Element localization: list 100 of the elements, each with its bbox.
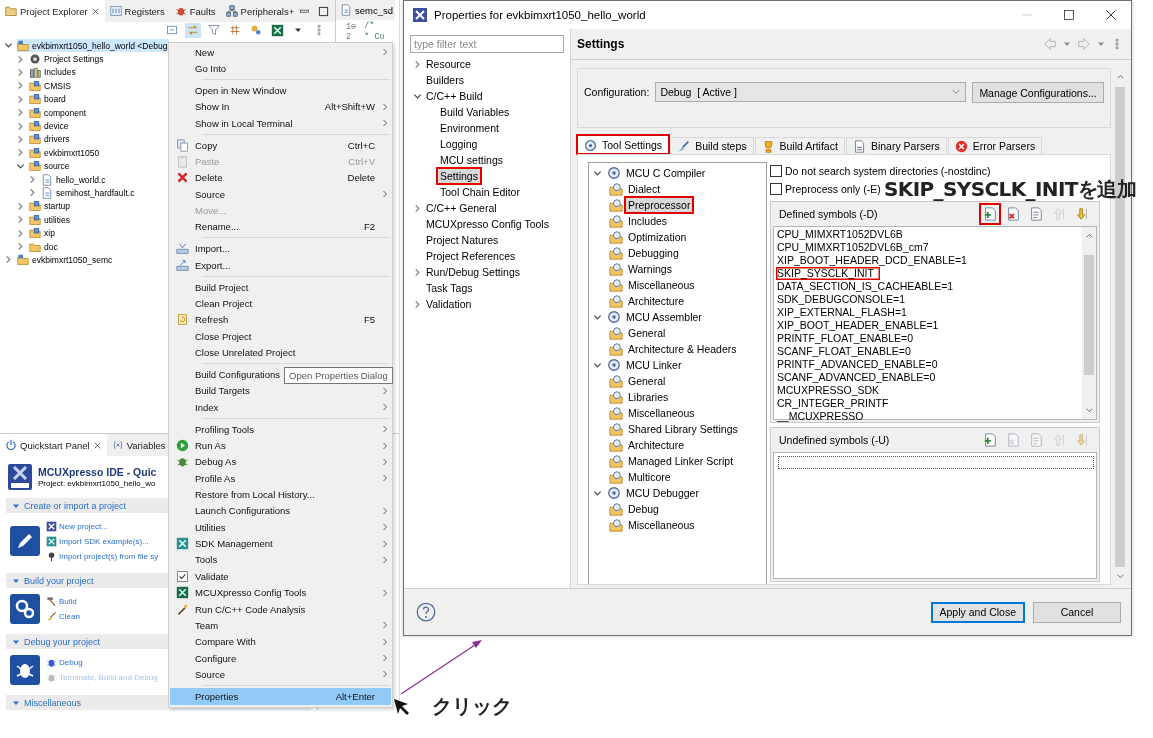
checkbox-option[interactable]: Do not search system directories (-nostdinc) <box>770 162 991 180</box>
chevron-right-icon[interactable] <box>16 54 25 64</box>
chevron-right-icon[interactable] <box>16 81 25 91</box>
tree-item[interactable]: General <box>626 326 668 340</box>
menu-item[interactable]: Close Project <box>170 328 391 345</box>
symbol-item[interactable]: CPU_MIMXRT1052DVL6B <box>776 228 909 241</box>
chevron-right-icon[interactable] <box>16 121 25 131</box>
chevron-right-icon[interactable] <box>413 59 422 69</box>
view-tab[interactable]: Registers <box>104 0 170 22</box>
chevron-right-icon[interactable] <box>28 175 37 185</box>
chevron-down-icon[interactable] <box>4 41 13 51</box>
tree-item[interactable]: board <box>29 92 68 106</box>
tree-item[interactable]: General <box>626 374 668 388</box>
tree-item[interactable]: Miscellaneous <box>626 518 697 532</box>
tree-item[interactable]: Includes <box>29 65 78 79</box>
view-tab[interactable]: Project Explorer <box>0 0 105 22</box>
action-link[interactable]: Import project(s) from file sy <box>46 549 159 563</box>
tree-item[interactable]: Preprocessor <box>626 198 693 212</box>
menu-item[interactable]: Refresh F5 <box>170 311 391 329</box>
nav-item[interactable]: Build Variables <box>438 105 512 119</box>
symbol-item[interactable]: SCANF_FLOAT_ENABLE=0 <box>776 345 917 358</box>
tree-item[interactable]: MCU Linker <box>624 358 684 372</box>
apply-button[interactable]: Apply and Close <box>930 601 1025 623</box>
tree-item[interactable]: Miscellaneous <box>626 406 697 420</box>
tree-item[interactable]: startup <box>29 199 72 213</box>
menu-item[interactable]: Build Project <box>170 279 391 296</box>
tab[interactable]: Tool Settings <box>577 135 670 154</box>
tree-item[interactable]: Libraries <box>626 390 671 404</box>
tree-item[interactable]: Architecture <box>626 438 687 452</box>
nav-item[interactable]: Builders <box>424 73 466 87</box>
chevron-right-icon[interactable] <box>16 94 25 104</box>
checkbox[interactable] <box>770 183 782 195</box>
menu-item[interactable]: Export... <box>170 257 391 274</box>
symbol-list[interactable] <box>773 452 1097 579</box>
chevron-right-icon[interactable] <box>16 67 25 77</box>
chevron-right-icon[interactable] <box>16 228 25 238</box>
symbol-item[interactable]: XIP_BOOT_HEADER_DCD_ENABLE=1 <box>776 254 973 267</box>
nav-item[interactable]: Tool Chain Editor <box>438 185 522 199</box>
menu-item[interactable]: Rename... F2 <box>170 218 391 236</box>
symbol-item[interactable]: SKIP_SYSCLK_INIT <box>776 267 880 280</box>
tree-item[interactable]: Dialect <box>626 182 663 196</box>
menu-item[interactable]: Utilities <box>170 519 391 536</box>
menu-item[interactable]: Index <box>170 399 391 416</box>
tab[interactable]: Error Parsers <box>947 137 1043 154</box>
chevron-right-icon[interactable] <box>16 134 25 144</box>
tree-item[interactable]: device <box>29 119 71 133</box>
tree-item[interactable]: evkbimxrt1050_hello_world <Debug <box>17 39 170 53</box>
action-link[interactable]: Clean <box>46 609 80 624</box>
menu-item[interactable]: SDK Management <box>170 535 391 552</box>
chevron-right-icon[interactable] <box>413 299 422 309</box>
symbol-item[interactable]: CPU_MIMXRT1052DVL6B_cm7 <box>776 241 935 254</box>
chevron-right-icon[interactable] <box>16 201 25 211</box>
add-button[interactable] <box>981 205 999 223</box>
tree-item[interactable]: evkbimxrt1050 <box>29 146 102 160</box>
filter-field[interactable]: type filter text <box>410 35 564 53</box>
checkbox-option[interactable]: Preprocess only (-E) <box>770 180 881 198</box>
nav-item[interactable]: MCU settings <box>438 153 505 167</box>
chevron-right-icon[interactable] <box>4 255 13 265</box>
link-button[interactable] <box>185 22 201 38</box>
symbol-item[interactable]: SCANF_ADVANCED_ENABLE=0 <box>776 371 942 384</box>
nav-item[interactable]: Validation <box>424 297 474 311</box>
menu-item[interactable]: Open in New Window <box>170 82 391 99</box>
symbol-item[interactable]: CR_INTEGER_PRINTF <box>776 397 895 410</box>
chevron-right-icon[interactable] <box>413 203 422 213</box>
nav-item[interactable]: MCUXpresso Config Tools <box>424 217 551 231</box>
view-tab[interactable]: Peripherals+ <box>220 0 300 22</box>
menu-item[interactable]: Properties Alt+Enter <box>170 688 391 705</box>
nav-item[interactable]: Resource <box>424 57 473 71</box>
chevron-right-icon[interactable] <box>16 108 25 118</box>
tree-item[interactable]: hello_world.c <box>41 173 108 187</box>
menu-item[interactable]: Profile As <box>170 470 391 487</box>
nav-item[interactable]: Run/Debug Settings <box>424 265 522 279</box>
chevron-right-icon[interactable] <box>16 148 25 158</box>
view-tab[interactable]: Faults <box>169 0 221 22</box>
tree-item[interactable]: evkbimxrt1050_semc <box>17 253 115 267</box>
tab[interactable]: Build Artifact <box>754 137 845 154</box>
tree-item[interactable]: Debug <box>626 502 661 516</box>
tree-item[interactable]: Miscellaneous <box>626 278 697 292</box>
tree-item[interactable]: Project Settings <box>29 52 106 66</box>
tree-item[interactable]: doc <box>29 240 60 254</box>
menu-item[interactable]: Show in Local Terminal <box>170 115 391 132</box>
tree-item[interactable]: MCU C Compiler <box>624 166 708 180</box>
config-tools-button[interactable] <box>269 22 285 38</box>
chevron-right-icon[interactable] <box>28 188 37 198</box>
scrollbar[interactable] <box>1082 227 1096 419</box>
symbol-item[interactable]: __MCUXPRESSO <box>776 410 870 423</box>
menu-item[interactable]: Source <box>170 186 391 203</box>
tree-item[interactable]: MCU Assembler <box>624 310 704 324</box>
nav-item[interactable]: Environment <box>438 121 501 135</box>
nav-item[interactable]: Settings <box>438 169 480 183</box>
menu-item[interactable]: Debug As <box>170 453 391 471</box>
tree-item[interactable]: component <box>29 106 89 120</box>
menu-item[interactable]: Import... <box>170 240 391 258</box>
editor-tab[interactable]: semc_sd <box>336 0 395 20</box>
tree-item[interactable]: Optimization <box>626 230 689 244</box>
symbol-item[interactable]: PRINTF_ADVANCED_ENABLE=0 <box>776 358 944 371</box>
tree-item[interactable]: MCU Debugger <box>624 486 701 500</box>
action-link[interactable]: Import SDK example(s)... <box>46 534 149 548</box>
menu-item[interactable]: Configure <box>170 649 391 667</box>
menu-item[interactable]: New <box>170 44 391 61</box>
